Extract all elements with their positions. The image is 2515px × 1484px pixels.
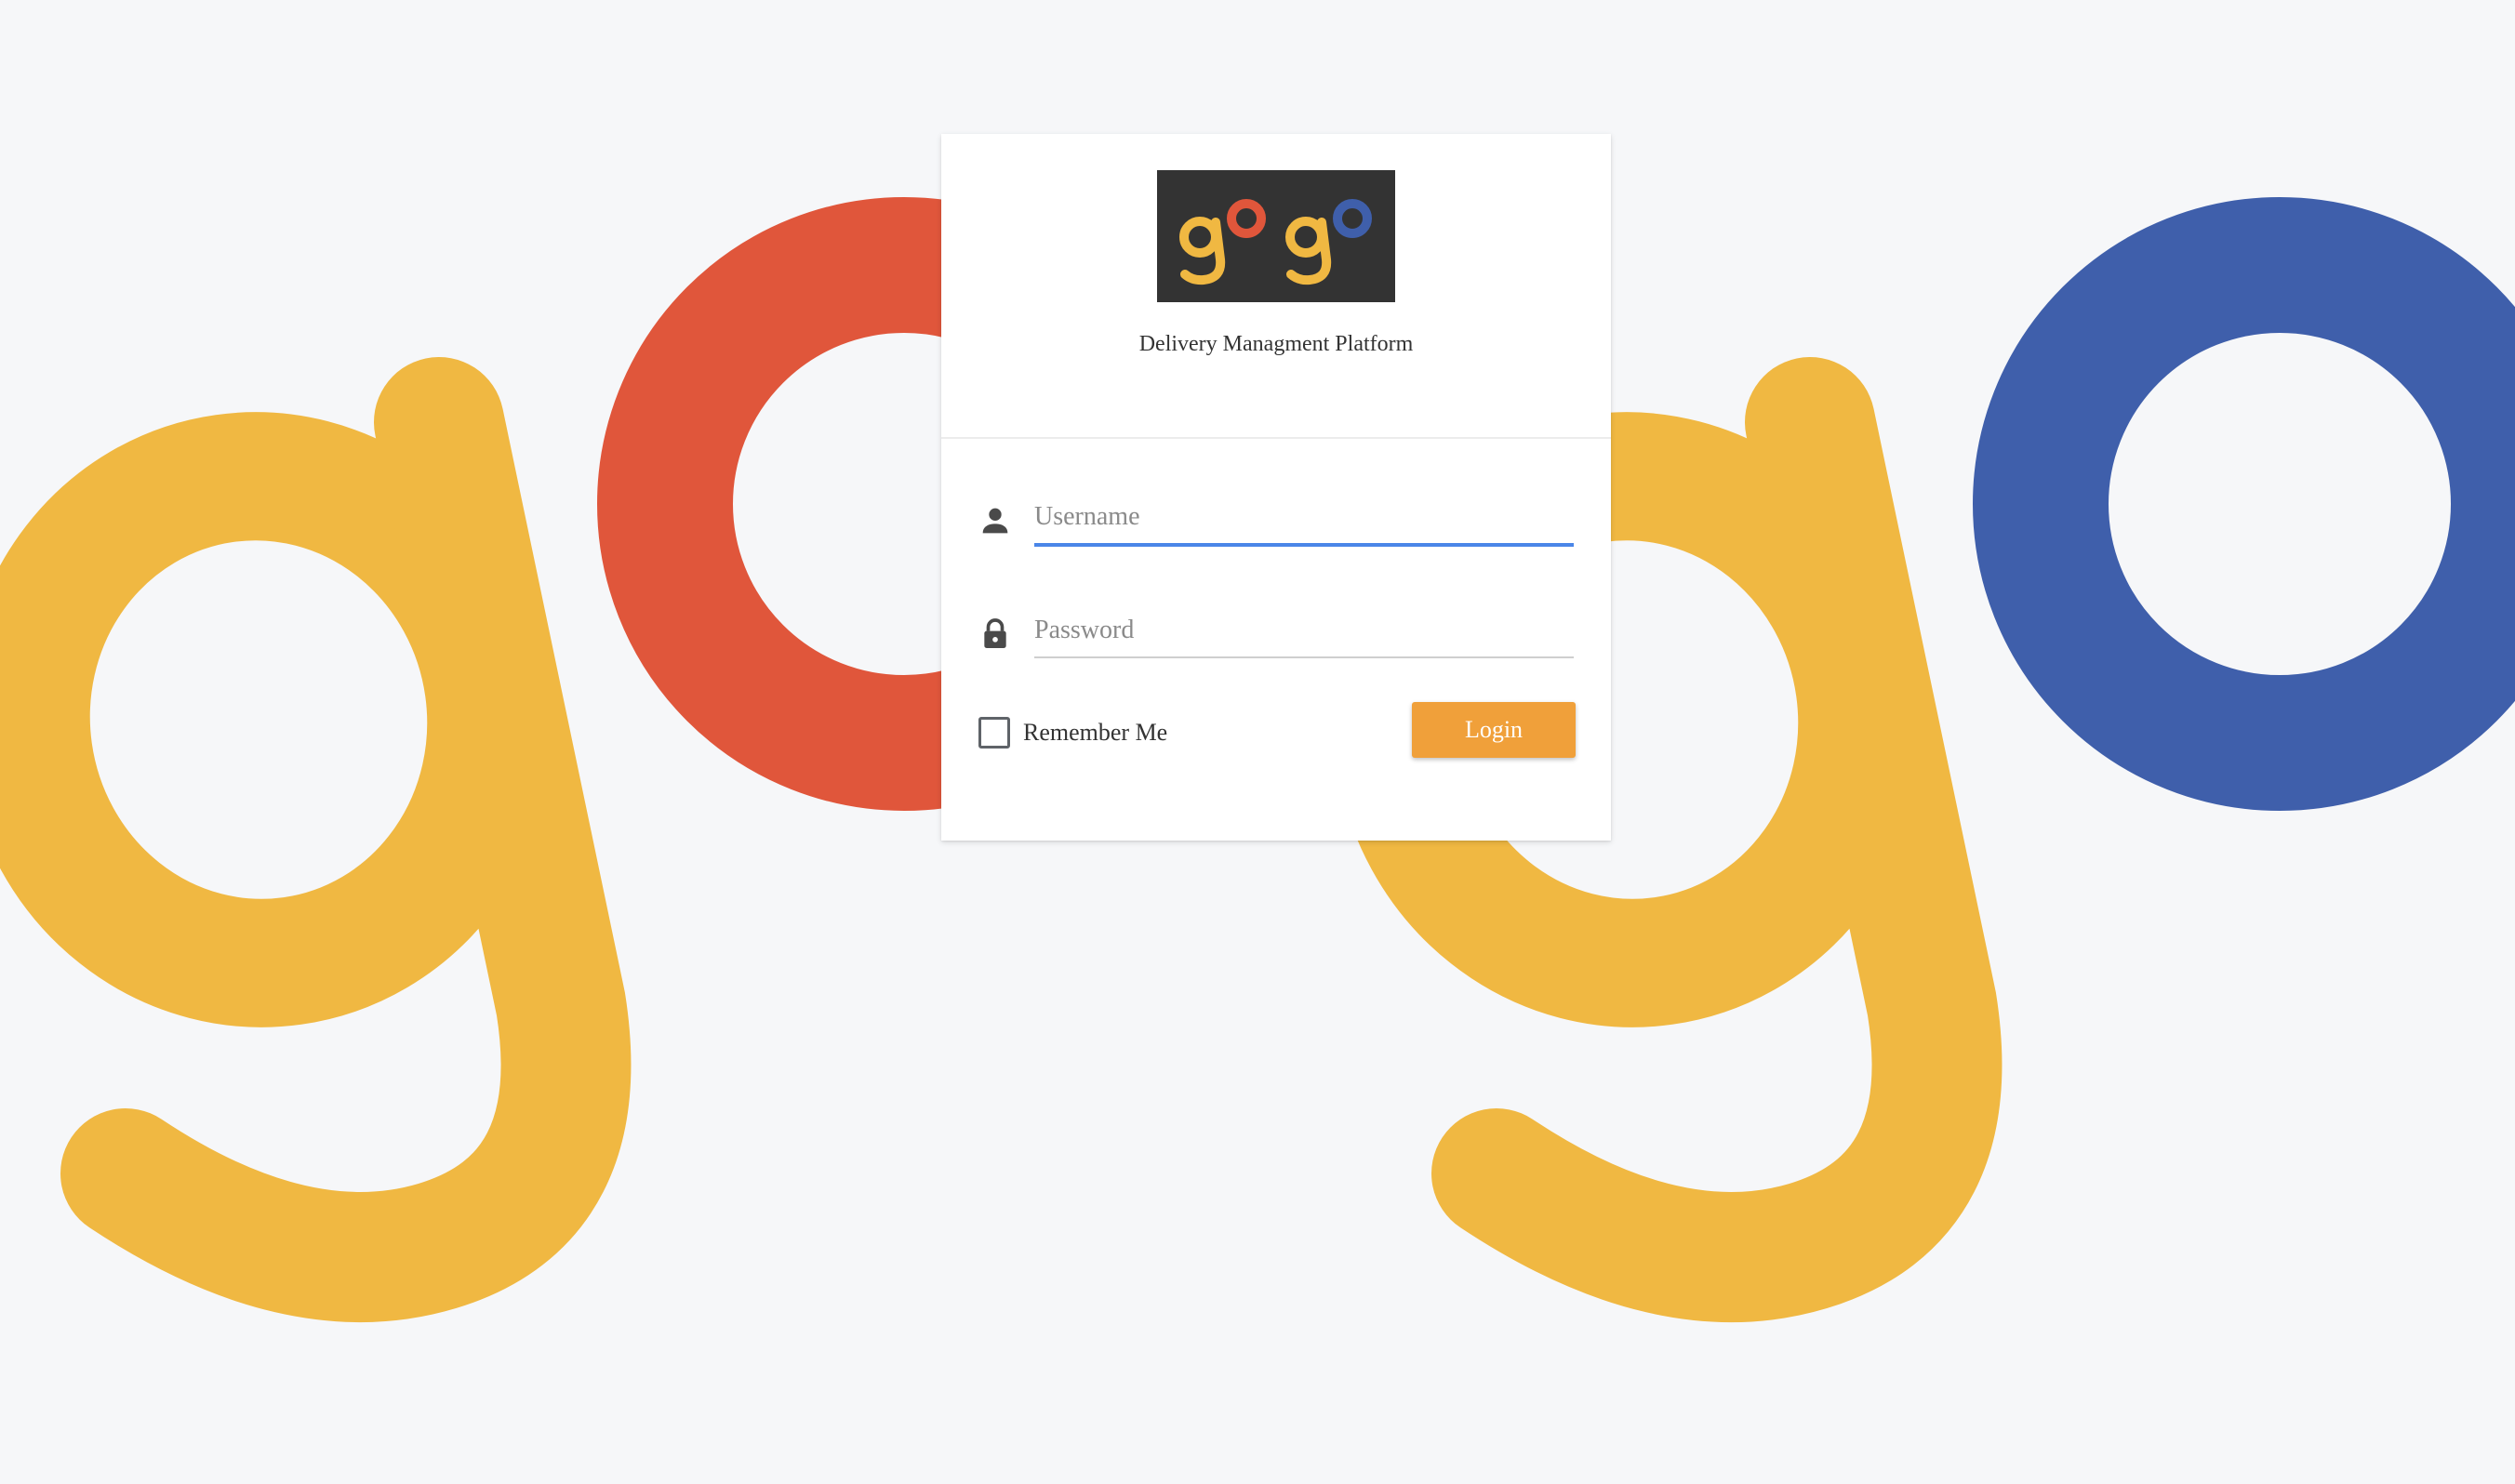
bg-yellow-g-left xyxy=(0,357,632,1322)
bg-blue-o xyxy=(1973,197,2515,811)
person-icon xyxy=(977,502,1014,539)
platform-title: Delivery Managment Platform xyxy=(1138,332,1414,356)
password-input[interactable] xyxy=(1034,604,1574,658)
password-row xyxy=(977,597,1576,671)
login-card: Delivery Managment Platform Remember Me … xyxy=(941,134,1611,841)
remember-me-checkbox[interactable] xyxy=(978,717,1010,749)
gogo-logo xyxy=(1157,170,1395,302)
remember-me-label: Remember Me xyxy=(1023,719,1168,746)
username-input[interactable] xyxy=(1034,491,1574,547)
login-button[interactable]: Login xyxy=(1412,702,1576,758)
username-row xyxy=(977,484,1576,558)
login-card-header: Delivery Managment Platform xyxy=(941,134,1611,439)
lock-icon xyxy=(977,616,1014,653)
remember-me-control[interactable]: Remember Me xyxy=(978,712,1167,753)
